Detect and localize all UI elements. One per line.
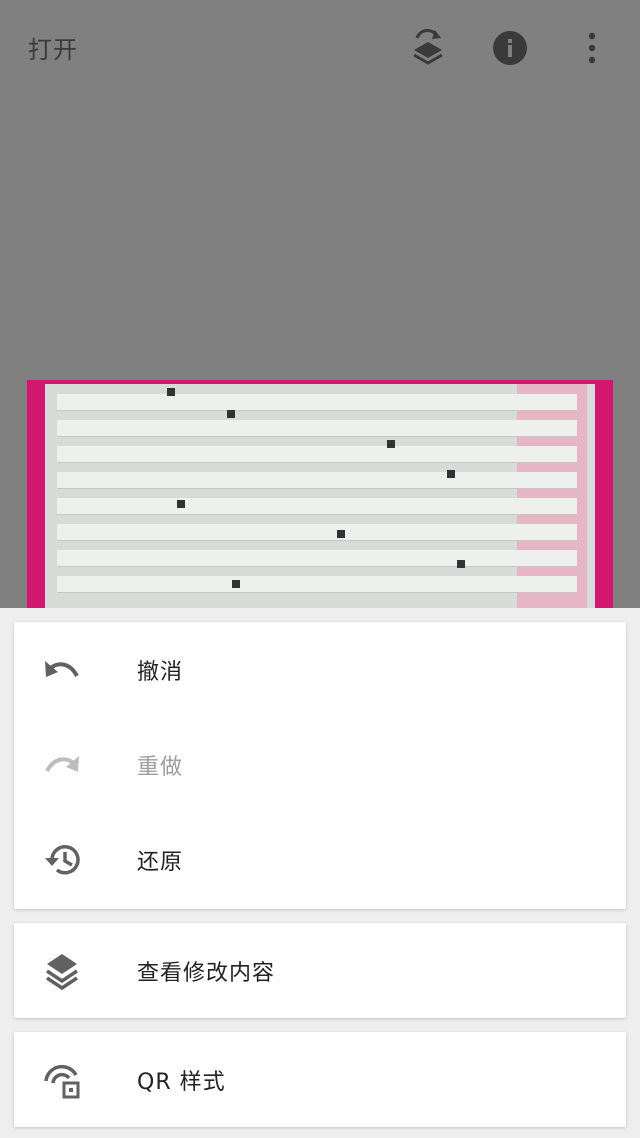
top-app-bar: 打开 [0,0,640,96]
bottom-sheet: 撤消 重做 还原 查看修改内容 QR 样式 [0,608,640,1138]
redo-menu-item[interactable]: 重做 [14,717,626,812]
view-edits-card: 查看修改内容 [14,923,626,1018]
photo-preview [27,380,613,610]
redo-icon [42,745,82,785]
revert-menu-item[interactable]: 还原 [14,812,626,907]
view-edits-menu-item[interactable]: 查看修改内容 [14,923,626,1018]
qr-style-card: QR 样式 [14,1032,626,1127]
qr-style-icon [42,1060,82,1100]
more-vert-icon[interactable] [568,24,616,72]
layers-rotate-icon[interactable] [404,24,452,72]
history-icon [42,840,82,880]
qr-style-menu-item[interactable]: QR 样式 [14,1032,626,1127]
layers-icon [42,951,82,991]
open-button[interactable]: 打开 [28,30,78,65]
undo-menu-item[interactable]: 撤消 [14,622,626,717]
info-icon[interactable] [486,24,534,72]
history-actions-card: 撤消 重做 还原 [14,622,626,909]
undo-icon [42,650,82,690]
